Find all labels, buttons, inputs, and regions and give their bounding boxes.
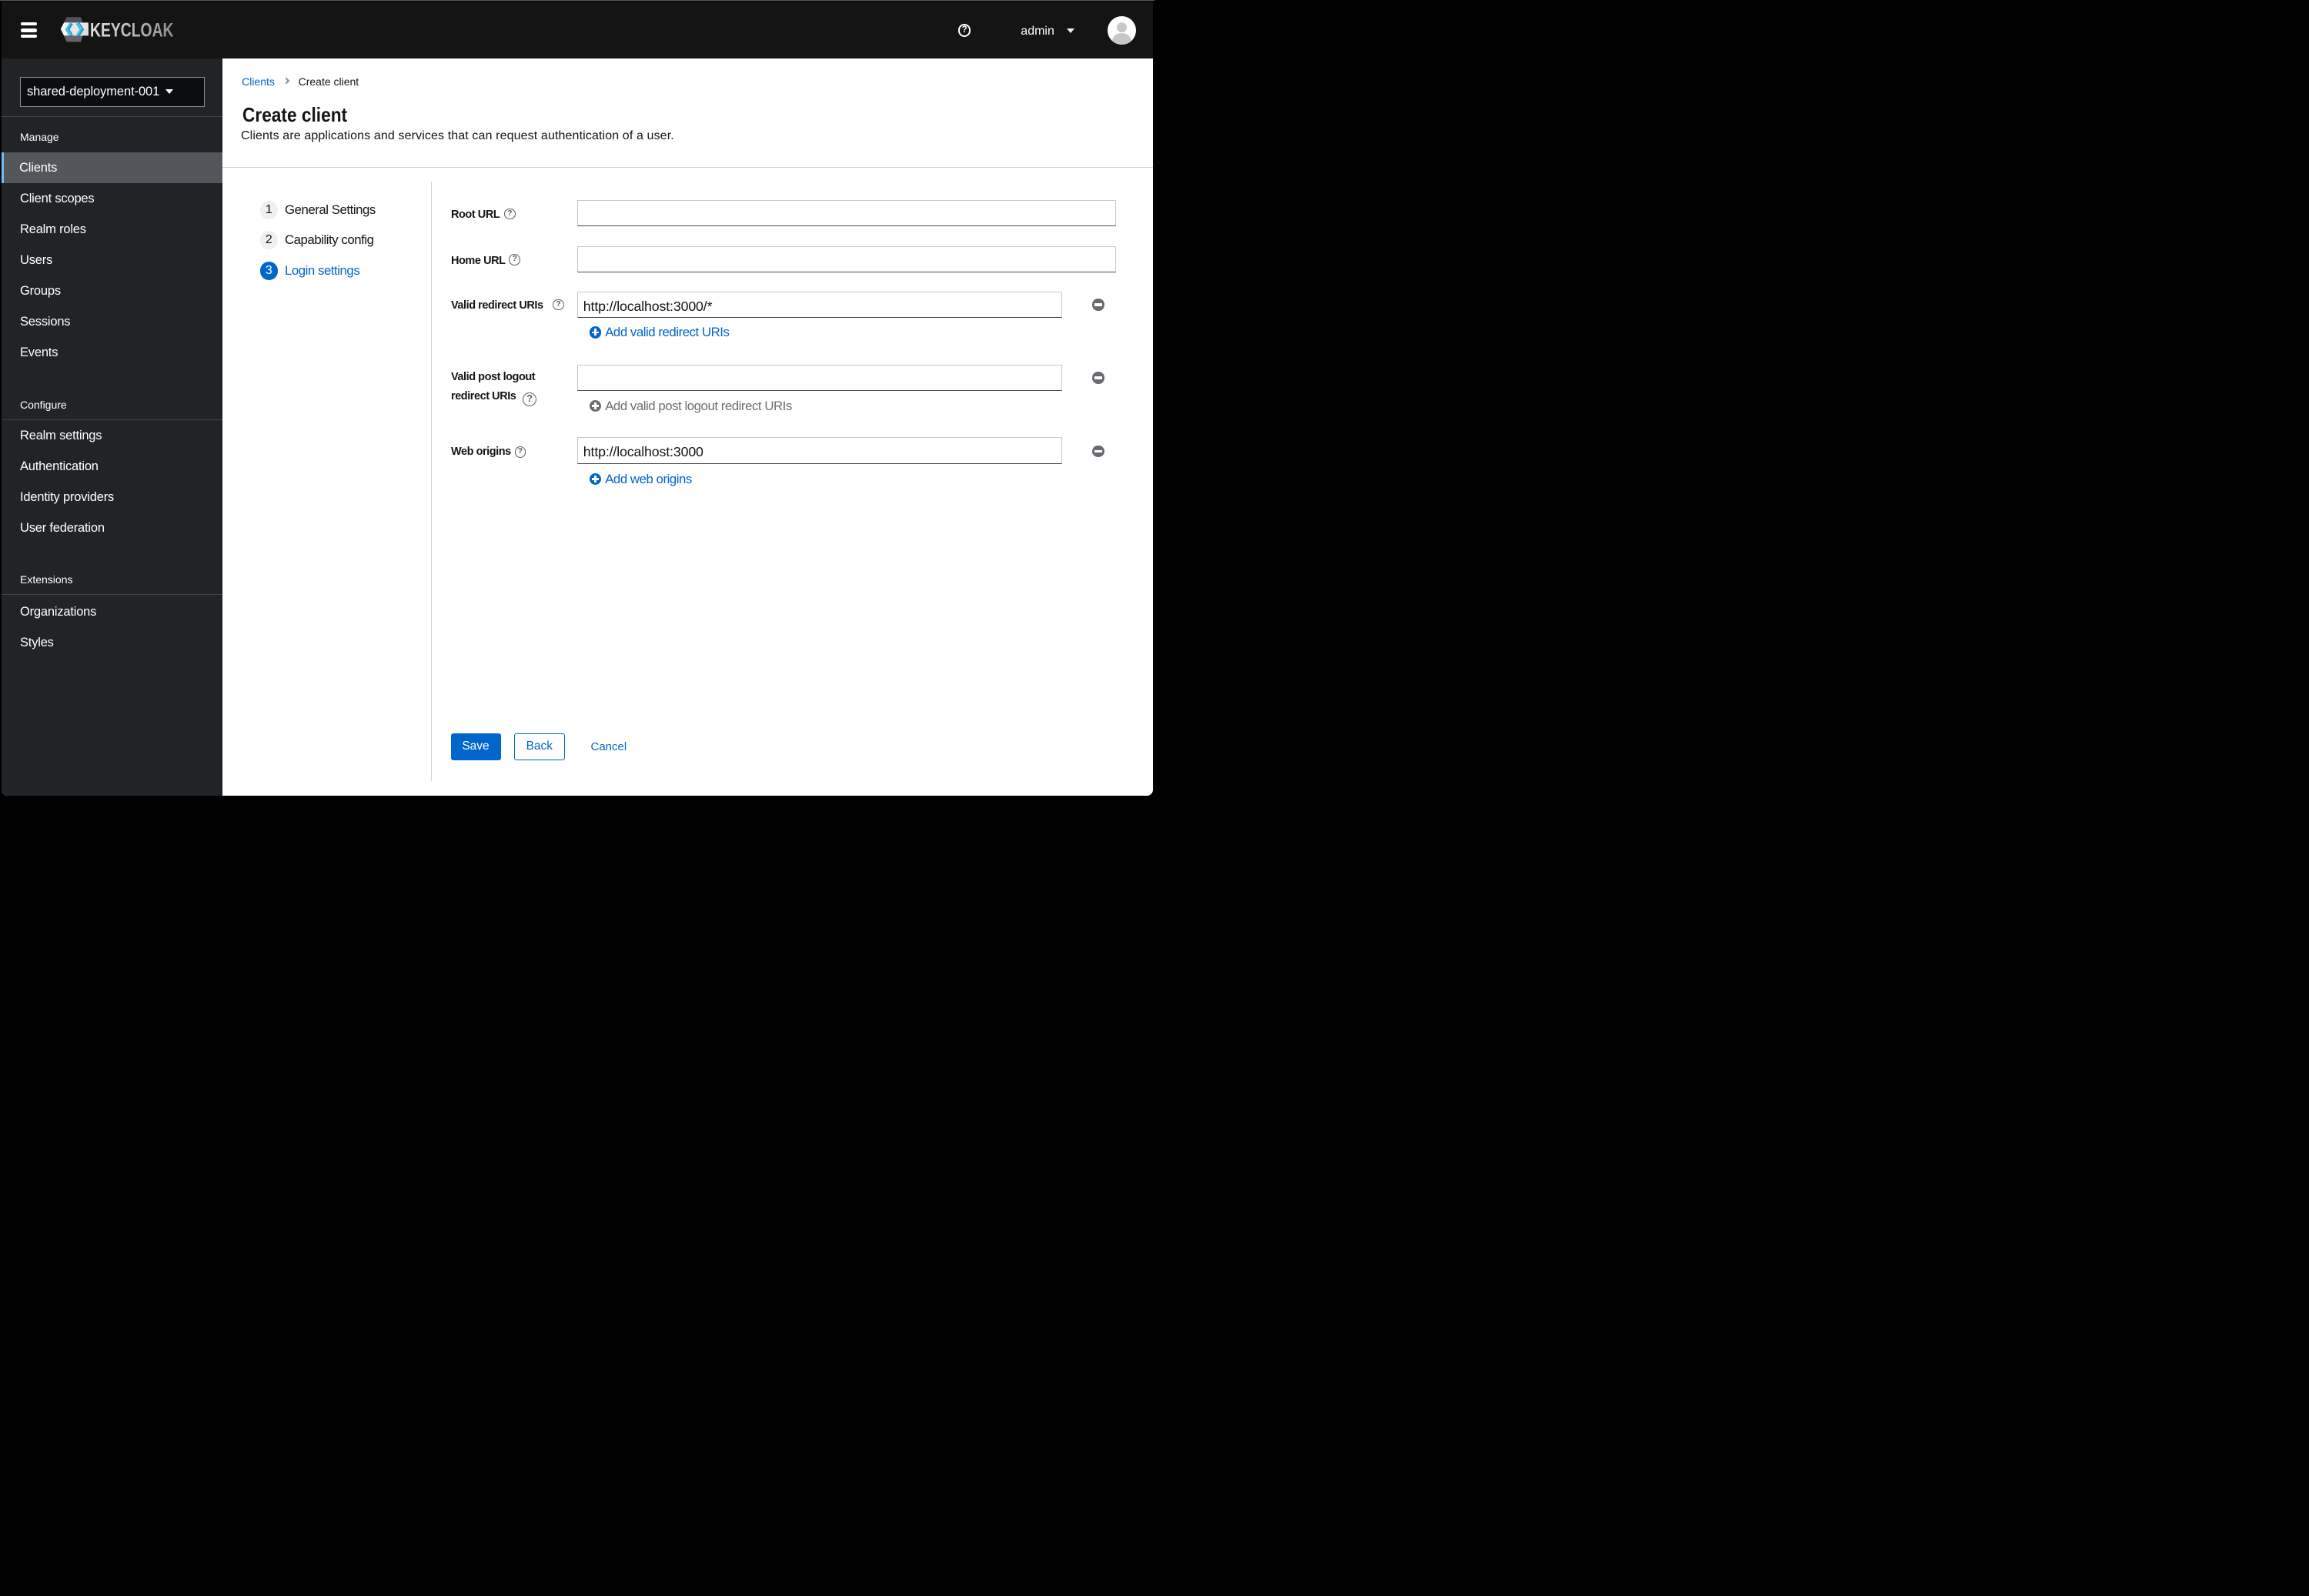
svg-text:KEYCLOAK: KEYCLOAK — [90, 19, 174, 41]
